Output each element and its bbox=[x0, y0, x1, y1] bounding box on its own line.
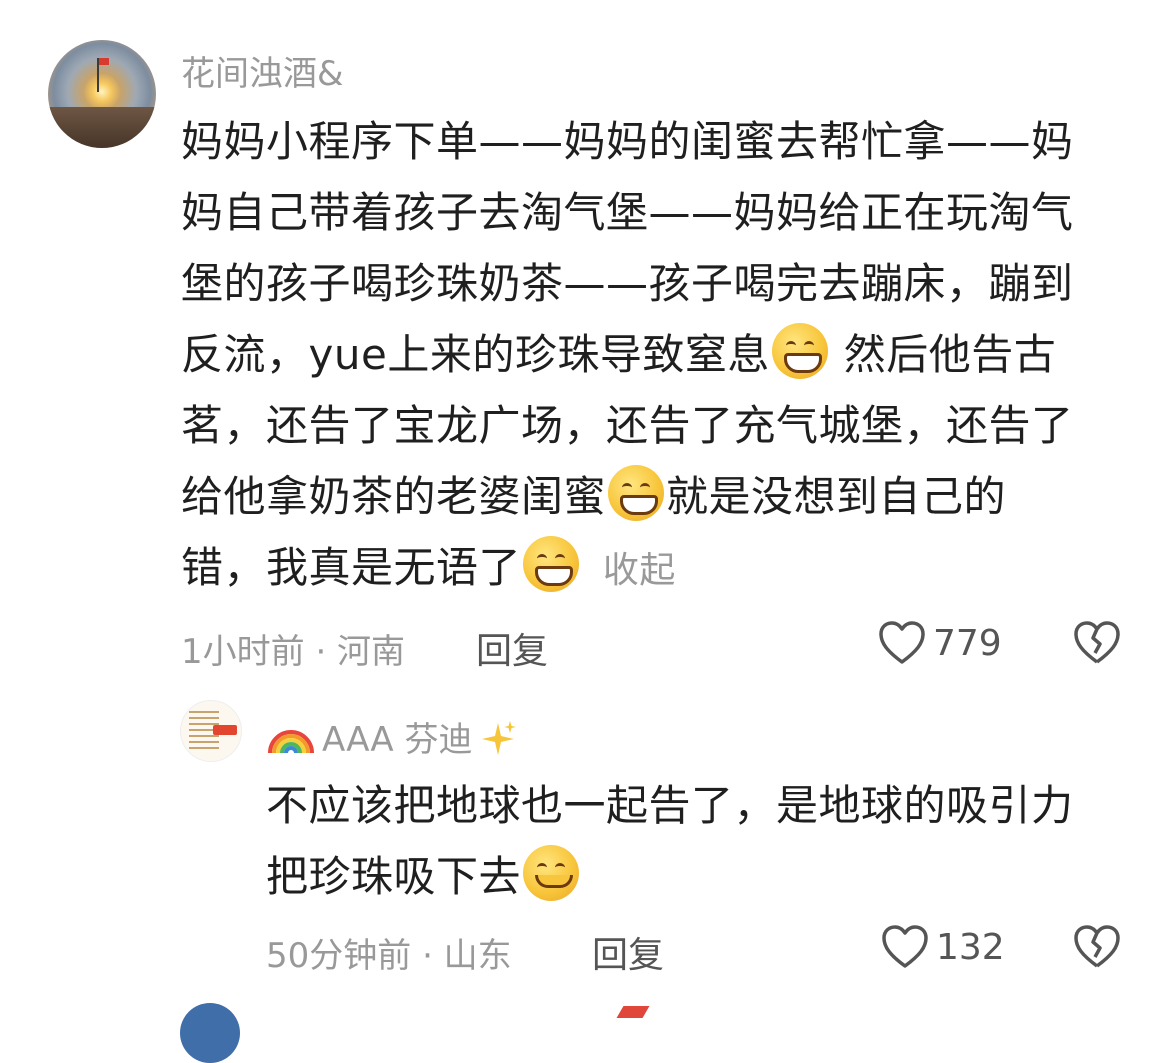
comment-meta: 1小时前 · 河南 bbox=[181, 632, 406, 672]
comment-segment: 给他拿奶茶的老婆闺蜜 bbox=[181, 472, 607, 521]
reply-meta: 50分钟前 · 山东 bbox=[266, 936, 512, 976]
reply-like-count: 132 bbox=[936, 926, 1005, 968]
laughing-emoji bbox=[608, 465, 665, 521]
dislike-button[interactable] bbox=[1072, 620, 1122, 666]
avatar-crowd bbox=[48, 106, 156, 148]
grinning-sweat-emoji bbox=[771, 323, 828, 379]
reply-dislike-button[interactable] bbox=[1072, 924, 1122, 970]
next-comment-decoration bbox=[616, 1006, 650, 1018]
comment-text: 妈妈小程序下单——妈妈的闺蜜去帮忙拿——妈 妈自己带着孩子去淘气堡——妈妈给正在… bbox=[181, 106, 1121, 603]
reply-user-avatar[interactable] bbox=[180, 700, 242, 762]
heart-outline-icon bbox=[877, 620, 927, 666]
comment-line: 茗，还告了宝龙广场，还告了充气城堡，还告了 bbox=[181, 401, 1074, 450]
broken-heart-icon bbox=[1072, 924, 1122, 970]
comment-line: 妈自己带着孩子去淘气堡——妈妈给正在玩淘气 bbox=[181, 188, 1074, 237]
next-comment-avatar[interactable] bbox=[180, 1003, 240, 1063]
comment-line: 给他拿奶茶的老婆闺蜜 就是没想到自己的 bbox=[181, 461, 1121, 532]
reply-line: 不应该把地球也一起告了，是地球的吸引力 bbox=[266, 781, 1074, 830]
comment-username[interactable]: 花间浊酒& bbox=[181, 46, 344, 95]
comment-line: 堡的孩子喝珍珠奶茶——孩子喝完去蹦床，蹦到 bbox=[181, 259, 1074, 308]
reply-like-button[interactable]: 132 bbox=[880, 924, 1005, 970]
collapse-button[interactable]: 收起 bbox=[603, 550, 676, 591]
broken-heart-icon bbox=[1072, 620, 1122, 666]
comment-segment: 然后他告古 bbox=[843, 330, 1057, 379]
avatar-flag bbox=[99, 58, 109, 65]
reply-username-row[interactable]: AAA 芬迪 bbox=[266, 712, 518, 761]
like-button[interactable]: 779 bbox=[877, 620, 1002, 666]
comment-line: 反流，yue上来的珍珠导致窒息 然后他告古 bbox=[181, 319, 1121, 390]
comment-segment: 反流，yue上来的珍珠导致窒息 bbox=[181, 330, 770, 379]
avatar-tag bbox=[213, 725, 237, 735]
comment-line: 错，我真是无语了 收起 bbox=[181, 532, 1121, 603]
reply-button[interactable]: 回复 bbox=[476, 622, 548, 674]
comment-segment: 就是没想到自己的 bbox=[666, 472, 1007, 521]
tears-of-joy-emoji bbox=[523, 536, 580, 592]
reply-text: 不应该把地球也一起告了，是地球的吸引力 把珍珠吸下去 bbox=[266, 770, 1146, 912]
rainbow-emoji bbox=[268, 730, 314, 754]
sparkles-emoji bbox=[482, 721, 517, 755]
heart-outline-icon bbox=[880, 924, 930, 970]
reply-username: AAA 芬迪 bbox=[322, 720, 473, 760]
user-avatar[interactable] bbox=[48, 40, 156, 148]
reply-segment: 把珍珠吸下去 bbox=[266, 852, 522, 901]
reply-line: 把珍珠吸下去 bbox=[266, 841, 1146, 912]
comment-line: 妈妈小程序下单——妈妈的闺蜜去帮忙拿——妈 bbox=[181, 117, 1074, 166]
like-count: 779 bbox=[933, 622, 1002, 664]
smiling-emoji bbox=[523, 845, 580, 901]
comment-segment: 错，我真是无语了 bbox=[181, 543, 522, 592]
reply-reply-button[interactable]: 回复 bbox=[592, 926, 664, 978]
